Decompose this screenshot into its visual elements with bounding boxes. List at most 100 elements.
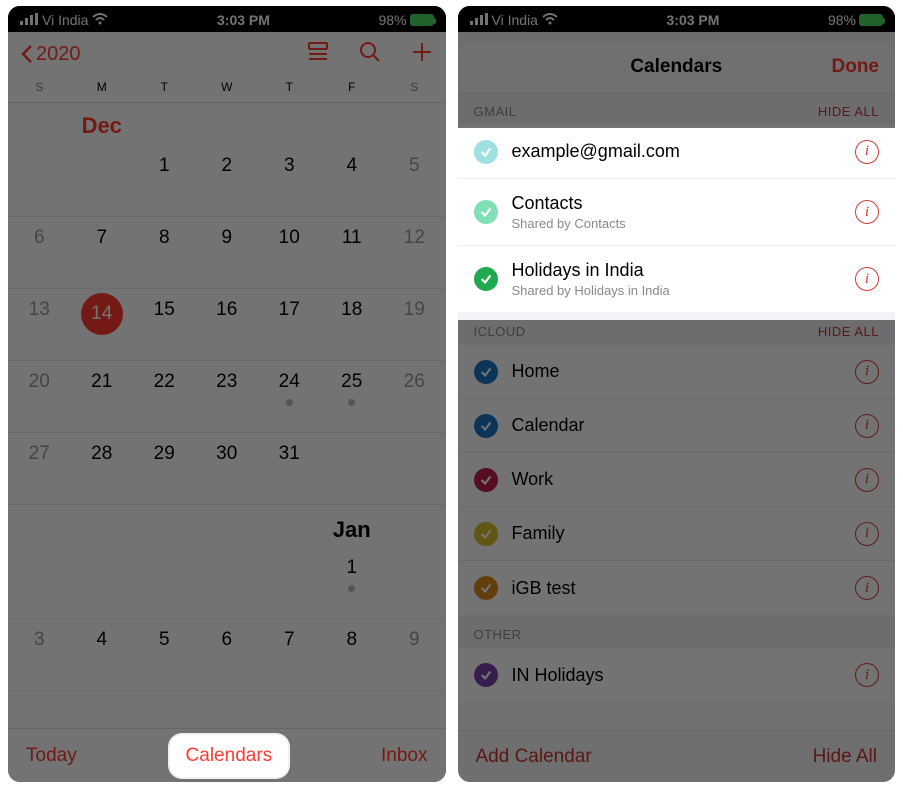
day-cell[interactable]: 28 bbox=[71, 433, 134, 505]
calendar-row[interactable]: Familyi bbox=[458, 507, 896, 561]
hide-all-section[interactable]: HIDE ALL bbox=[818, 104, 879, 119]
day-cell[interactable]: 24 bbox=[258, 361, 321, 433]
calendar-row[interactable]: ContactsShared by Contactsi bbox=[458, 179, 896, 246]
calendars-settings-phone: Vi India 3:03 PM 98% Calendars Done GMAI… bbox=[458, 6, 896, 782]
day-cell[interactable]: 1 bbox=[321, 547, 384, 619]
day-cell[interactable]: 3 bbox=[258, 145, 321, 217]
inbox-button[interactable]: Inbox bbox=[381, 745, 427, 767]
day-cell[interactable]: 29 bbox=[133, 433, 196, 505]
day-cell[interactable]: 31 bbox=[258, 433, 321, 505]
weekday-row: SMTWTFS bbox=[8, 76, 446, 103]
add-event-icon[interactable] bbox=[410, 40, 434, 69]
info-icon[interactable]: i bbox=[855, 576, 879, 600]
day-cell[interactable]: 5 bbox=[133, 619, 196, 691]
calendar-title: iGB test bbox=[512, 578, 842, 599]
sheet-header: Calendars Done bbox=[458, 42, 896, 92]
calendars-button[interactable]: Calendars bbox=[170, 735, 289, 777]
calendar-row[interactable]: IN Holidaysi bbox=[458, 648, 896, 702]
weekday-label: S bbox=[383, 80, 446, 94]
day-cell[interactable]: 4 bbox=[71, 619, 134, 691]
day-cell[interactable]: 8 bbox=[133, 217, 196, 289]
day-cell[interactable]: 19 bbox=[383, 289, 446, 361]
day-cell[interactable]: 22 bbox=[133, 361, 196, 433]
day-cell[interactable]: 16 bbox=[196, 289, 259, 361]
section-header: GMAILHIDE ALL bbox=[458, 92, 896, 125]
battery-icon bbox=[410, 14, 434, 26]
checkmark-icon[interactable] bbox=[474, 414, 498, 438]
checkmark-icon[interactable] bbox=[474, 267, 498, 291]
calendar-toolbar: Today Calendars Inbox bbox=[8, 728, 446, 782]
day-cell[interactable]: 10 bbox=[258, 217, 321, 289]
info-icon[interactable]: i bbox=[855, 468, 879, 492]
day-cell[interactable]: 26 bbox=[383, 361, 446, 433]
calendar-row[interactable]: Calendari bbox=[458, 399, 896, 453]
info-icon[interactable]: i bbox=[855, 140, 879, 164]
done-button[interactable]: Done bbox=[832, 56, 880, 78]
day-cell[interactable]: 4 bbox=[321, 145, 384, 217]
day-cell[interactable]: 12 bbox=[383, 217, 446, 289]
calendar-title: Family bbox=[512, 523, 842, 544]
calendar-row[interactable]: Holidays in IndiaShared by Holidays in I… bbox=[458, 246, 896, 312]
day-cell[interactable]: 13 bbox=[8, 289, 71, 361]
checkmark-icon[interactable] bbox=[474, 200, 498, 224]
day-cell[interactable]: 15 bbox=[133, 289, 196, 361]
back-button[interactable]: 2020 bbox=[20, 43, 81, 66]
hide-all-button[interactable]: Hide All bbox=[813, 746, 877, 768]
today-button[interactable]: Today bbox=[26, 745, 77, 767]
info-icon[interactable]: i bbox=[855, 522, 879, 546]
section-name: OTHER bbox=[474, 627, 522, 642]
add-calendar-button[interactable]: Add Calendar bbox=[476, 746, 592, 768]
info-icon[interactable]: i bbox=[855, 267, 879, 291]
day-cell[interactable]: 23 bbox=[196, 361, 259, 433]
checkmark-icon[interactable] bbox=[474, 468, 498, 492]
calendar-subtitle: Shared by Holidays in India bbox=[512, 283, 842, 298]
day-cell[interactable]: 7 bbox=[71, 217, 134, 289]
day-cell[interactable]: 25 bbox=[321, 361, 384, 433]
day-cell[interactable]: 8 bbox=[321, 619, 384, 691]
checkmark-icon[interactable] bbox=[474, 576, 498, 600]
weekday-label: M bbox=[71, 80, 134, 94]
checkmark-icon[interactable] bbox=[474, 663, 498, 687]
back-year: 2020 bbox=[36, 43, 81, 66]
status-time: 3:03 PM bbox=[667, 12, 720, 28]
checkmark-icon[interactable] bbox=[474, 360, 498, 384]
day-cell[interactable]: 1 bbox=[133, 145, 196, 217]
info-icon[interactable]: i bbox=[855, 360, 879, 384]
checkmark-icon[interactable] bbox=[474, 140, 498, 164]
calendar-row[interactable]: Worki bbox=[458, 453, 896, 507]
day-cell[interactable]: 21 bbox=[71, 361, 134, 433]
month-label-jan: Jan bbox=[321, 505, 384, 547]
day-cell[interactable]: 30 bbox=[196, 433, 259, 505]
info-icon[interactable]: i bbox=[855, 414, 879, 438]
calendar-row[interactable]: example@gmail.comi bbox=[458, 125, 896, 179]
day-cell[interactable]: 6 bbox=[196, 619, 259, 691]
status-bar: Vi India 3:03 PM 98% bbox=[458, 6, 896, 32]
day-cell[interactable]: 9 bbox=[383, 619, 446, 691]
calendar-row[interactable]: Homei bbox=[458, 345, 896, 399]
checkmark-icon[interactable] bbox=[474, 522, 498, 546]
month-label-dec: Dec bbox=[71, 103, 134, 145]
list-view-icon[interactable] bbox=[306, 40, 330, 69]
day-cell[interactable]: 20 bbox=[8, 361, 71, 433]
day-cell[interactable]: 18 bbox=[321, 289, 384, 361]
section-name: ICLOUD bbox=[474, 324, 526, 339]
day-cell[interactable]: 2 bbox=[196, 145, 259, 217]
calendar-row[interactable]: iGB test i bbox=[458, 561, 896, 615]
day-cell[interactable]: 17 bbox=[258, 289, 321, 361]
search-icon[interactable] bbox=[358, 40, 382, 69]
day-cell[interactable]: 3 bbox=[8, 619, 71, 691]
signal-icon bbox=[470, 12, 488, 28]
info-icon[interactable]: i bbox=[855, 663, 879, 687]
day-cell[interactable]: 11 bbox=[321, 217, 384, 289]
hide-all-section[interactable]: HIDE ALL bbox=[818, 324, 879, 339]
day-cell[interactable]: 27 bbox=[8, 433, 71, 505]
info-icon[interactable]: i bbox=[855, 200, 879, 224]
calendar-screen: 2020 SMTWTFS Dec 12 bbox=[8, 32, 446, 782]
day-cell[interactable]: 9 bbox=[196, 217, 259, 289]
calendar-subtitle: Shared by Contacts bbox=[512, 216, 842, 231]
day-cell[interactable]: 5 bbox=[383, 145, 446, 217]
day-cell[interactable]: 7 bbox=[258, 619, 321, 691]
day-cell[interactable]: 6 bbox=[8, 217, 71, 289]
day-cell[interactable]: 14 bbox=[71, 289, 134, 361]
settings-screen: Calendars Done GMAILHIDE ALLexample@gmai… bbox=[458, 32, 896, 782]
